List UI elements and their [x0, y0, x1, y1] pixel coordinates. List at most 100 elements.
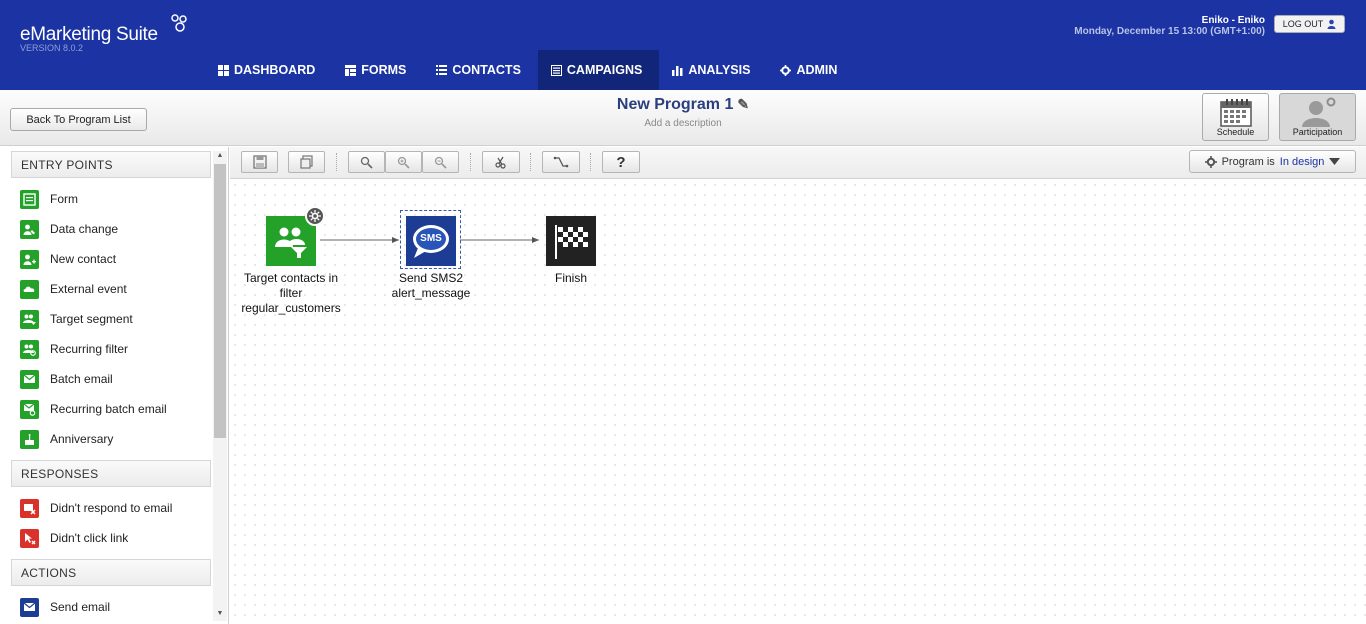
- palette-item-label: Data change: [50, 222, 119, 236]
- help-button[interactable]: ?: [602, 151, 640, 173]
- program-description[interactable]: Add a description: [0, 118, 1366, 129]
- send-email-icon: [20, 597, 39, 617]
- zoom-icon: [360, 156, 373, 169]
- cloud-icon: [20, 279, 39, 299]
- recurring-email-icon: [20, 399, 39, 419]
- nav-contacts[interactable]: CONTACTS: [423, 50, 538, 90]
- zoom-in-icon: [397, 156, 410, 169]
- version-label: VERSION 8.0.2: [20, 43, 84, 53]
- flow-node-finish[interactable]: [546, 216, 596, 266]
- zoom-out-button[interactable]: [422, 151, 459, 173]
- participation-button[interactable]: Participation: [1279, 93, 1356, 141]
- caret-down-icon: [1329, 158, 1341, 165]
- zoom-fit-button[interactable]: [348, 151, 385, 173]
- save-icon: [252, 155, 267, 169]
- toolbar-separator: [590, 153, 591, 171]
- zoom-in-button[interactable]: [385, 151, 422, 173]
- user-icon: [1327, 19, 1336, 29]
- participation-label: Participation: [1292, 127, 1343, 137]
- gear-icon: [1204, 155, 1217, 168]
- palette-item-anniversary[interactable]: Anniversary: [20, 428, 113, 450]
- palette-item-external-event[interactable]: External event: [20, 278, 127, 300]
- node-settings-gear-icon[interactable]: [305, 206, 325, 226]
- flow-node-label: Finish: [506, 271, 636, 286]
- person-gear-icon: [1301, 97, 1335, 127]
- program-title[interactable]: New Program 1: [617, 96, 733, 113]
- no-click-icon: [20, 528, 39, 548]
- palette-item-label: Didn't respond to email: [50, 501, 173, 515]
- logout-label: LOG OUT: [1282, 19, 1324, 29]
- scissors-icon: [495, 156, 506, 169]
- target-contacts-filter-icon: [275, 227, 307, 258]
- status-prefix: Program is: [1221, 155, 1275, 168]
- recurring-filter-icon: [20, 339, 39, 359]
- nav-forms-label: FORMS: [361, 63, 407, 77]
- program-canvas[interactable]: Target contacts in filter regular_custom…: [230, 180, 1366, 624]
- nav-campaigns[interactable]: CAMPAIGNS: [537, 50, 660, 90]
- sidebar-scrollbar[interactable]: ▲ ▼: [213, 151, 227, 621]
- palette-item-label: New contact: [50, 252, 117, 266]
- nav-analysis[interactable]: ANALYSIS: [659, 50, 767, 90]
- scroll-up-arrow-icon[interactable]: ▲: [215, 151, 225, 161]
- campaigns-icon: [550, 64, 562, 76]
- responses-header[interactable]: RESPONSES: [11, 460, 211, 487]
- palette-item-target-segment[interactable]: Target segment: [20, 308, 133, 330]
- toolbar-separator: [336, 153, 337, 171]
- status-value: In design: [1279, 155, 1325, 168]
- nav-dashboard-label: DASHBOARD: [234, 63, 316, 77]
- scroll-thumb[interactable]: [214, 164, 226, 438]
- connector-icon: [553, 156, 569, 168]
- palette-item-didnt-click[interactable]: Didn't click link: [20, 527, 128, 549]
- palette-item-form[interactable]: Form: [20, 188, 78, 210]
- node-label-line: filter: [279, 286, 303, 300]
- entry-points-header[interactable]: ENTRY POINTS: [11, 151, 211, 178]
- node-label-line: Send SMS2: [398, 271, 464, 285]
- flow-node-label: Send SMS2 alert_message: [366, 271, 496, 301]
- copy-icon: [299, 155, 313, 169]
- nav-admin-label: ADMIN: [796, 63, 838, 77]
- palette-item-label: Recurring filter: [50, 342, 129, 356]
- palette-item-batch-email[interactable]: Batch email: [20, 368, 113, 390]
- connect-button[interactable]: [542, 151, 580, 173]
- node-label-line: Target contacts in: [243, 271, 339, 285]
- schedule-label: Schedule: [1216, 127, 1255, 137]
- canvas-toolbar: ? Program is In design: [230, 147, 1366, 179]
- program-status-dropdown[interactable]: Program is In design: [1189, 150, 1356, 173]
- palette-sidebar: ENTRY POINTS Form Data change New contac…: [0, 147, 229, 624]
- nav-forms[interactable]: FORMS: [332, 50, 423, 90]
- save-as-button[interactable]: [288, 151, 325, 173]
- nav-analysis-label: ANALYSIS: [688, 63, 751, 77]
- actions-header[interactable]: ACTIONS: [11, 559, 211, 586]
- palette-item-label: Target segment: [50, 312, 133, 326]
- brand-dots-icon: [171, 14, 187, 32]
- palette-item-recurring-filter[interactable]: Recurring filter: [20, 338, 128, 360]
- forms-icon: [345, 64, 357, 76]
- flow-node-send-sms[interactable]: SMS: [406, 216, 456, 266]
- date-time: Monday, December 15 13:00 (GMT+1:00): [1074, 26, 1265, 37]
- form-icon: [20, 189, 39, 209]
- logout-button[interactable]: LOG OUT: [1274, 15, 1345, 33]
- zoom-out-icon: [434, 156, 447, 169]
- nav-campaigns-label: CAMPAIGNS: [566, 63, 643, 77]
- palette-item-new-contact[interactable]: New contact: [20, 248, 116, 270]
- pencil-icon[interactable]: ✎: [737, 96, 749, 112]
- palette-item-label: Recurring batch email: [50, 402, 167, 416]
- palette-item-didnt-respond[interactable]: Didn't respond to email: [20, 497, 172, 519]
- bar-chart-icon: [672, 65, 683, 76]
- gear-icon: [780, 64, 792, 76]
- dashboard-icon: [218, 64, 229, 76]
- cut-button[interactable]: [482, 151, 520, 173]
- save-button[interactable]: [241, 151, 278, 173]
- palette-item-send-email[interactable]: Send email: [20, 596, 110, 618]
- palette-item-label: Batch email: [50, 372, 113, 386]
- palette-item-data-change[interactable]: Data change: [20, 218, 118, 240]
- schedule-button[interactable]: Schedule: [1202, 93, 1269, 141]
- nav-admin[interactable]: ADMIN: [767, 50, 854, 90]
- node-label-line: alert_message: [391, 286, 471, 300]
- main-nav: DASHBOARD FORMS CONTACTS CAMPAIGNS ANALY…: [205, 50, 854, 90]
- toolbar-separator: [470, 153, 471, 171]
- nav-dashboard[interactable]: DASHBOARD: [205, 50, 332, 90]
- scroll-down-arrow-icon[interactable]: ▼: [215, 609, 225, 619]
- palette-item-recurring-batch-email[interactable]: Recurring batch email: [20, 398, 167, 420]
- batch-email-icon: [20, 369, 39, 389]
